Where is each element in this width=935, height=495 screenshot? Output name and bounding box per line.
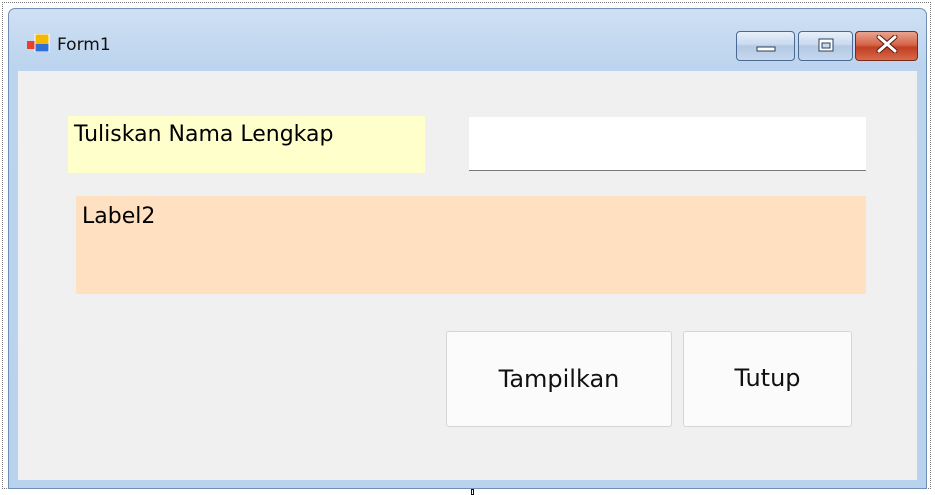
- name-prompt-label: Tuliskan Nama Lengkap: [68, 116, 425, 173]
- full-name-input[interactable]: [469, 117, 866, 171]
- winforms-app-icon: [27, 33, 51, 53]
- output-label: Label2: [76, 196, 866, 294]
- show-button[interactable]: Tampilkan: [446, 331, 672, 427]
- minimize-icon: [756, 37, 776, 56]
- designer-resize-handle[interactable]: [471, 489, 474, 495]
- close-icon: [876, 34, 898, 57]
- title-bar[interactable]: Form1: [9, 9, 926, 71]
- maximize-icon: [818, 37, 834, 56]
- window-title: Form1: [57, 35, 111, 55]
- form-window: Form1 Tuliskan Nama Lengkap Label2 Tampi…: [8, 8, 927, 489]
- form-client-area: Tuliskan Nama Lengkap Label2 Tampilkan T…: [18, 71, 917, 480]
- close-button[interactable]: [855, 31, 918, 61]
- maximize-button[interactable]: [798, 31, 853, 61]
- minimize-button[interactable]: [736, 31, 795, 61]
- form-designer-surface: Form1 Tuliskan Nama Lengkap Label2 Tampi…: [0, 0, 935, 495]
- close-form-button[interactable]: Tutup: [683, 331, 852, 427]
